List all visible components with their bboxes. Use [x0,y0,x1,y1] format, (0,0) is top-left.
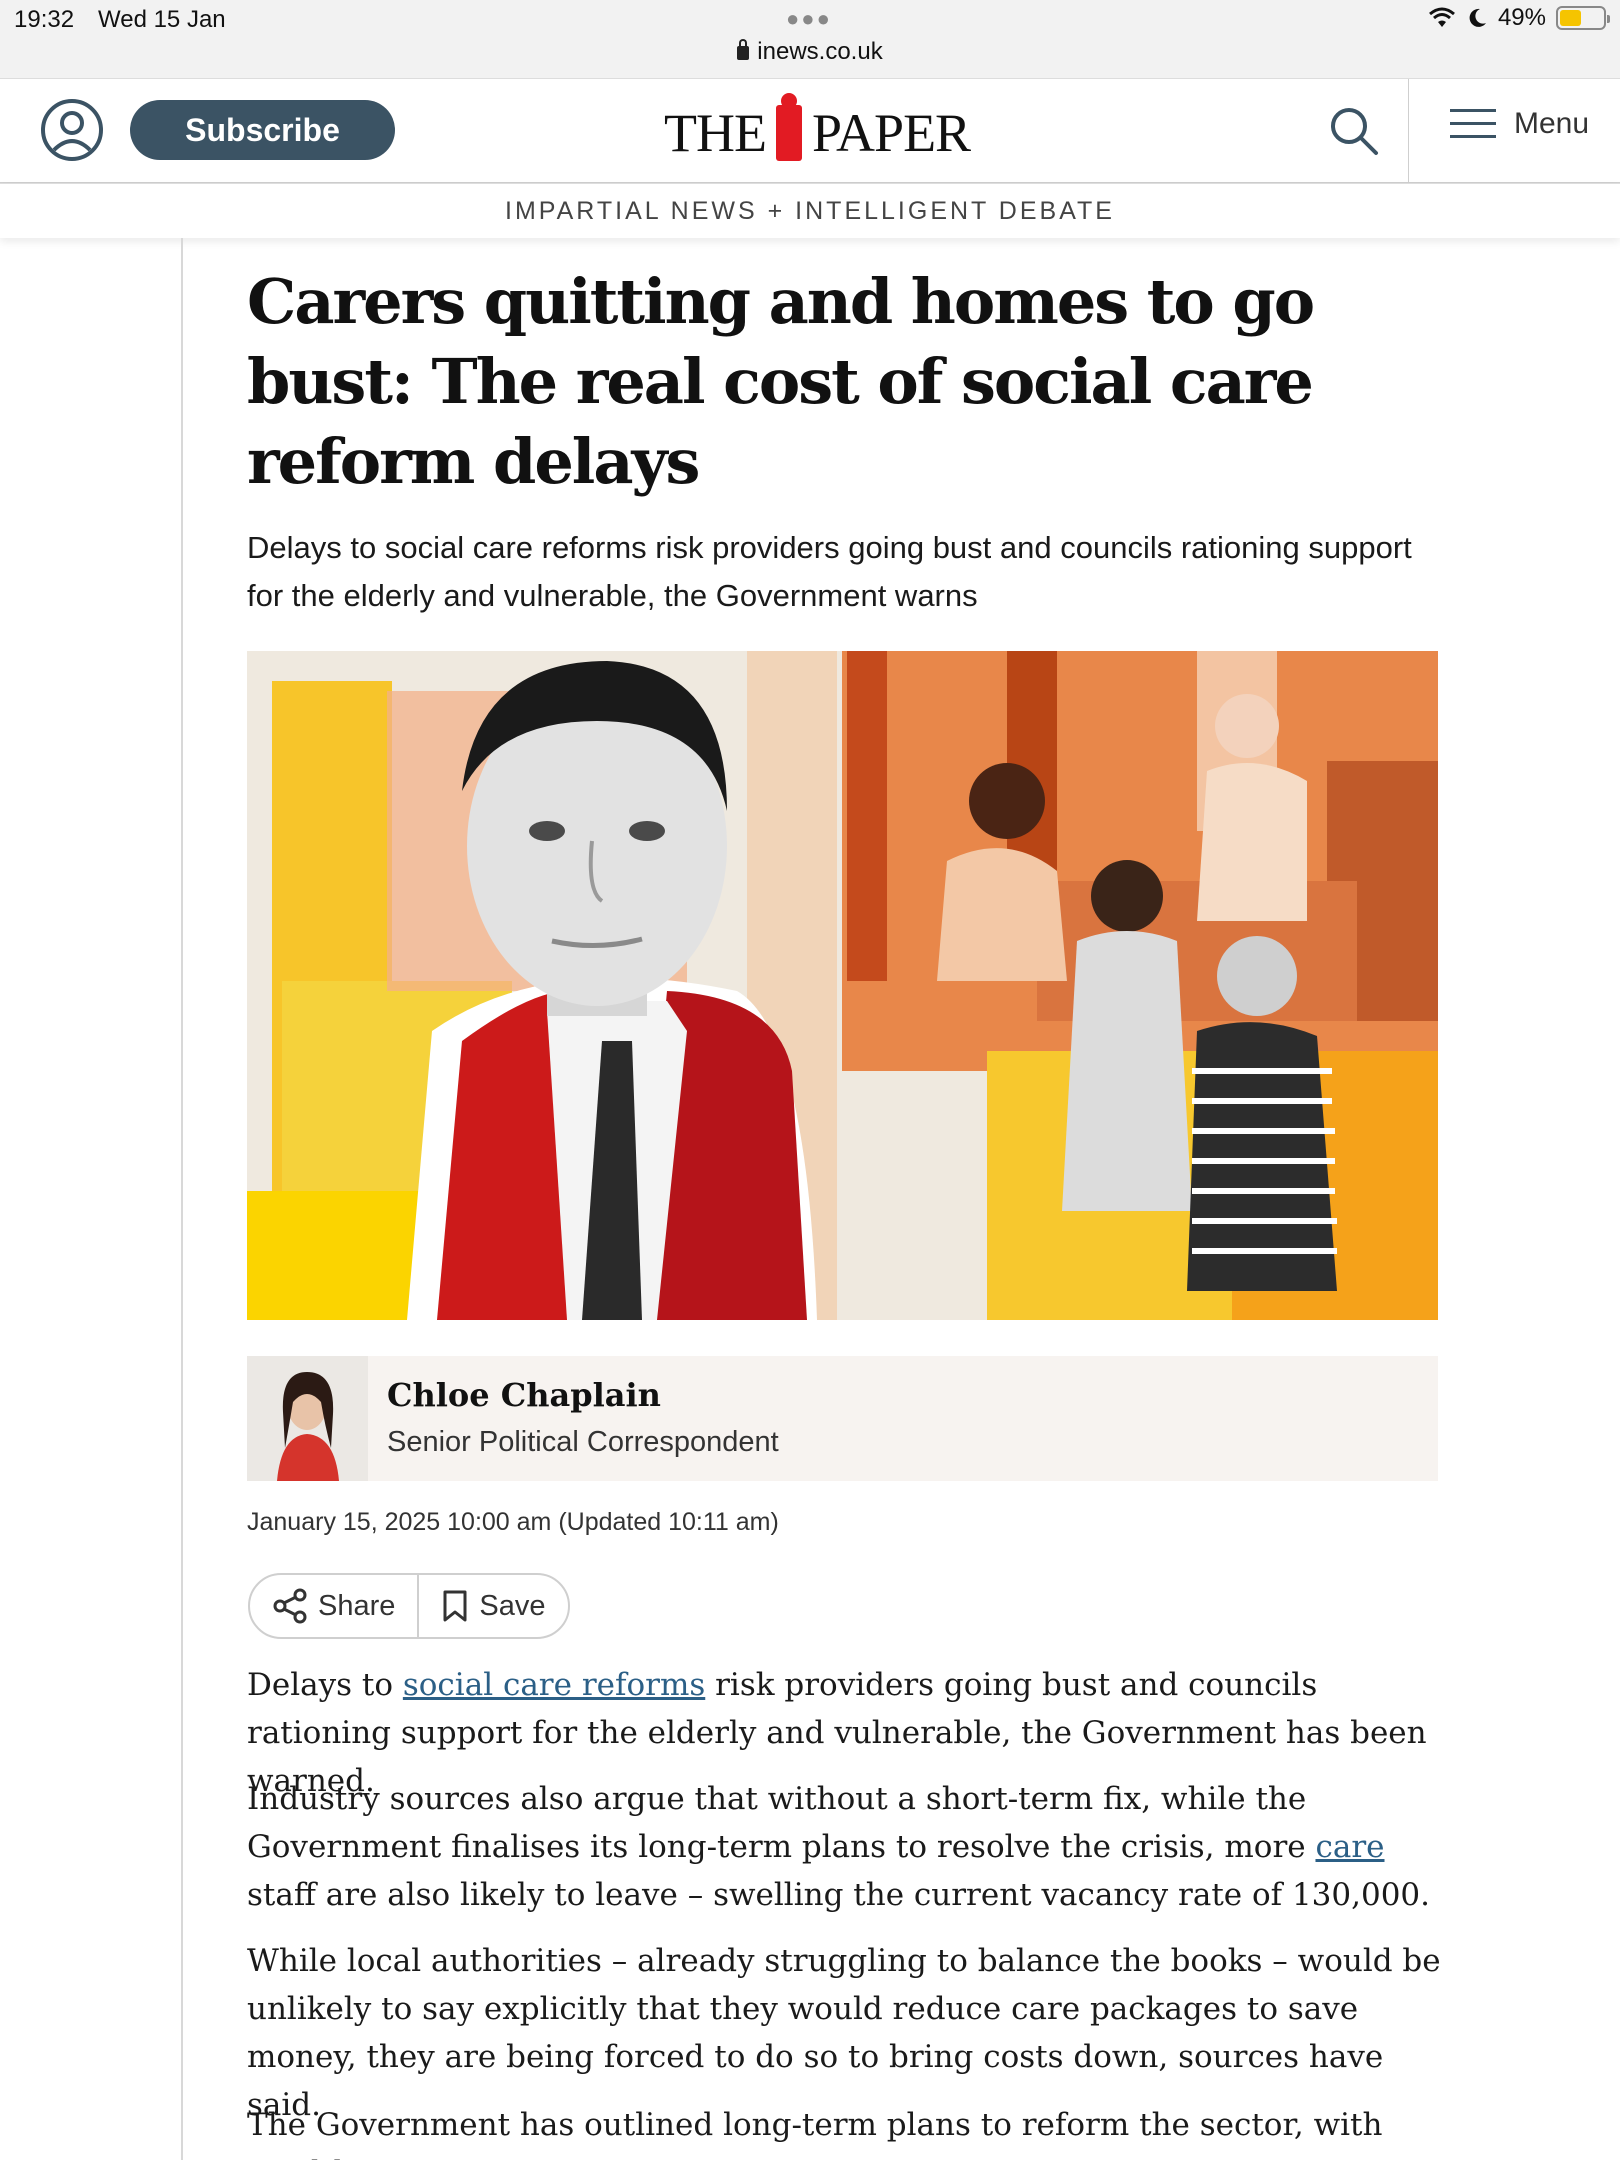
hero-illustration [247,651,1438,1320]
left-rule [181,238,183,2160]
subscribe-button[interactable]: Subscribe [130,100,395,160]
article-dateline: January 15, 2025 10:00 am (Updated 10:11… [247,1508,779,1536]
url-text: inews.co.uk [757,38,883,65]
more-dots-icon[interactable]: ●●● [786,6,832,32]
moon-icon [1469,8,1486,27]
hero-image [247,651,1438,1320]
care-link[interactable]: care [1315,1829,1384,1865]
site-tagline: IMPARTIAL NEWS + INTELLIGENT DEBATE [0,183,1620,238]
battery-icon [1556,6,1610,30]
logo-text-right: PAPER [811,103,971,163]
menu-button[interactable]: Menu [1450,107,1589,141]
article-paragraph-2: Industry sources also argue that without… [247,1775,1447,1919]
status-bar: 19:32 Wed 15 Jan ●●● inews.co.uk 49% [0,0,1620,78]
lock-icon [737,39,750,60]
battery-percent: 49% [1497,4,1546,31]
paragraph-text: staff are also likely to leave – swellin… [247,1877,1431,1913]
article-paragraph-4: The Government has outlined long-term pl… [247,2107,1383,2160]
status-time: 19:32 [14,6,75,33]
logo-i-mark [775,93,802,161]
share-label: Share [318,1589,396,1622]
article-actions: Share Save [248,1573,570,1639]
site-logo[interactable]: THE PAPER [664,93,971,163]
author-role: Senior Political Correspondent [387,1426,779,1458]
author-name[interactable]: Chloe Chaplain [387,1376,661,1414]
logo-text-left: THE [664,103,767,163]
status-indicators: 49% [1428,4,1610,32]
save-label: Save [479,1589,546,1622]
account-icon[interactable] [40,98,104,162]
article-standfirst: Delays to social care reforms risk provi… [247,530,1412,613]
bookmark-icon [443,1590,467,1622]
hamburger-icon [1450,109,1496,138]
social-care-reforms-link[interactable]: social care reforms [403,1667,705,1703]
paragraph-text: Delays to [247,1667,403,1703]
status-date: Wed 15 Jan [98,6,226,33]
share-button[interactable]: Share [250,1575,417,1637]
paragraph-text: Industry sources also argue that without… [247,1781,1316,1865]
site-header: Subscribe THE PAPER Menu [0,78,1620,183]
share-icon [273,1588,307,1624]
author-avatar [247,1356,368,1481]
article-headline: Carers quitting and homes to go bust: Th… [247,265,1315,498]
search-icon[interactable] [1328,105,1380,157]
wifi-icon [1428,7,1455,27]
header-divider [1408,79,1409,183]
save-button[interactable]: Save [417,1575,567,1637]
menu-label: Menu [1514,107,1590,140]
author-byline[interactable]: Chloe Chaplain Senior Political Correspo… [247,1356,1438,1481]
address-bar[interactable]: inews.co.uk [0,38,1620,66]
